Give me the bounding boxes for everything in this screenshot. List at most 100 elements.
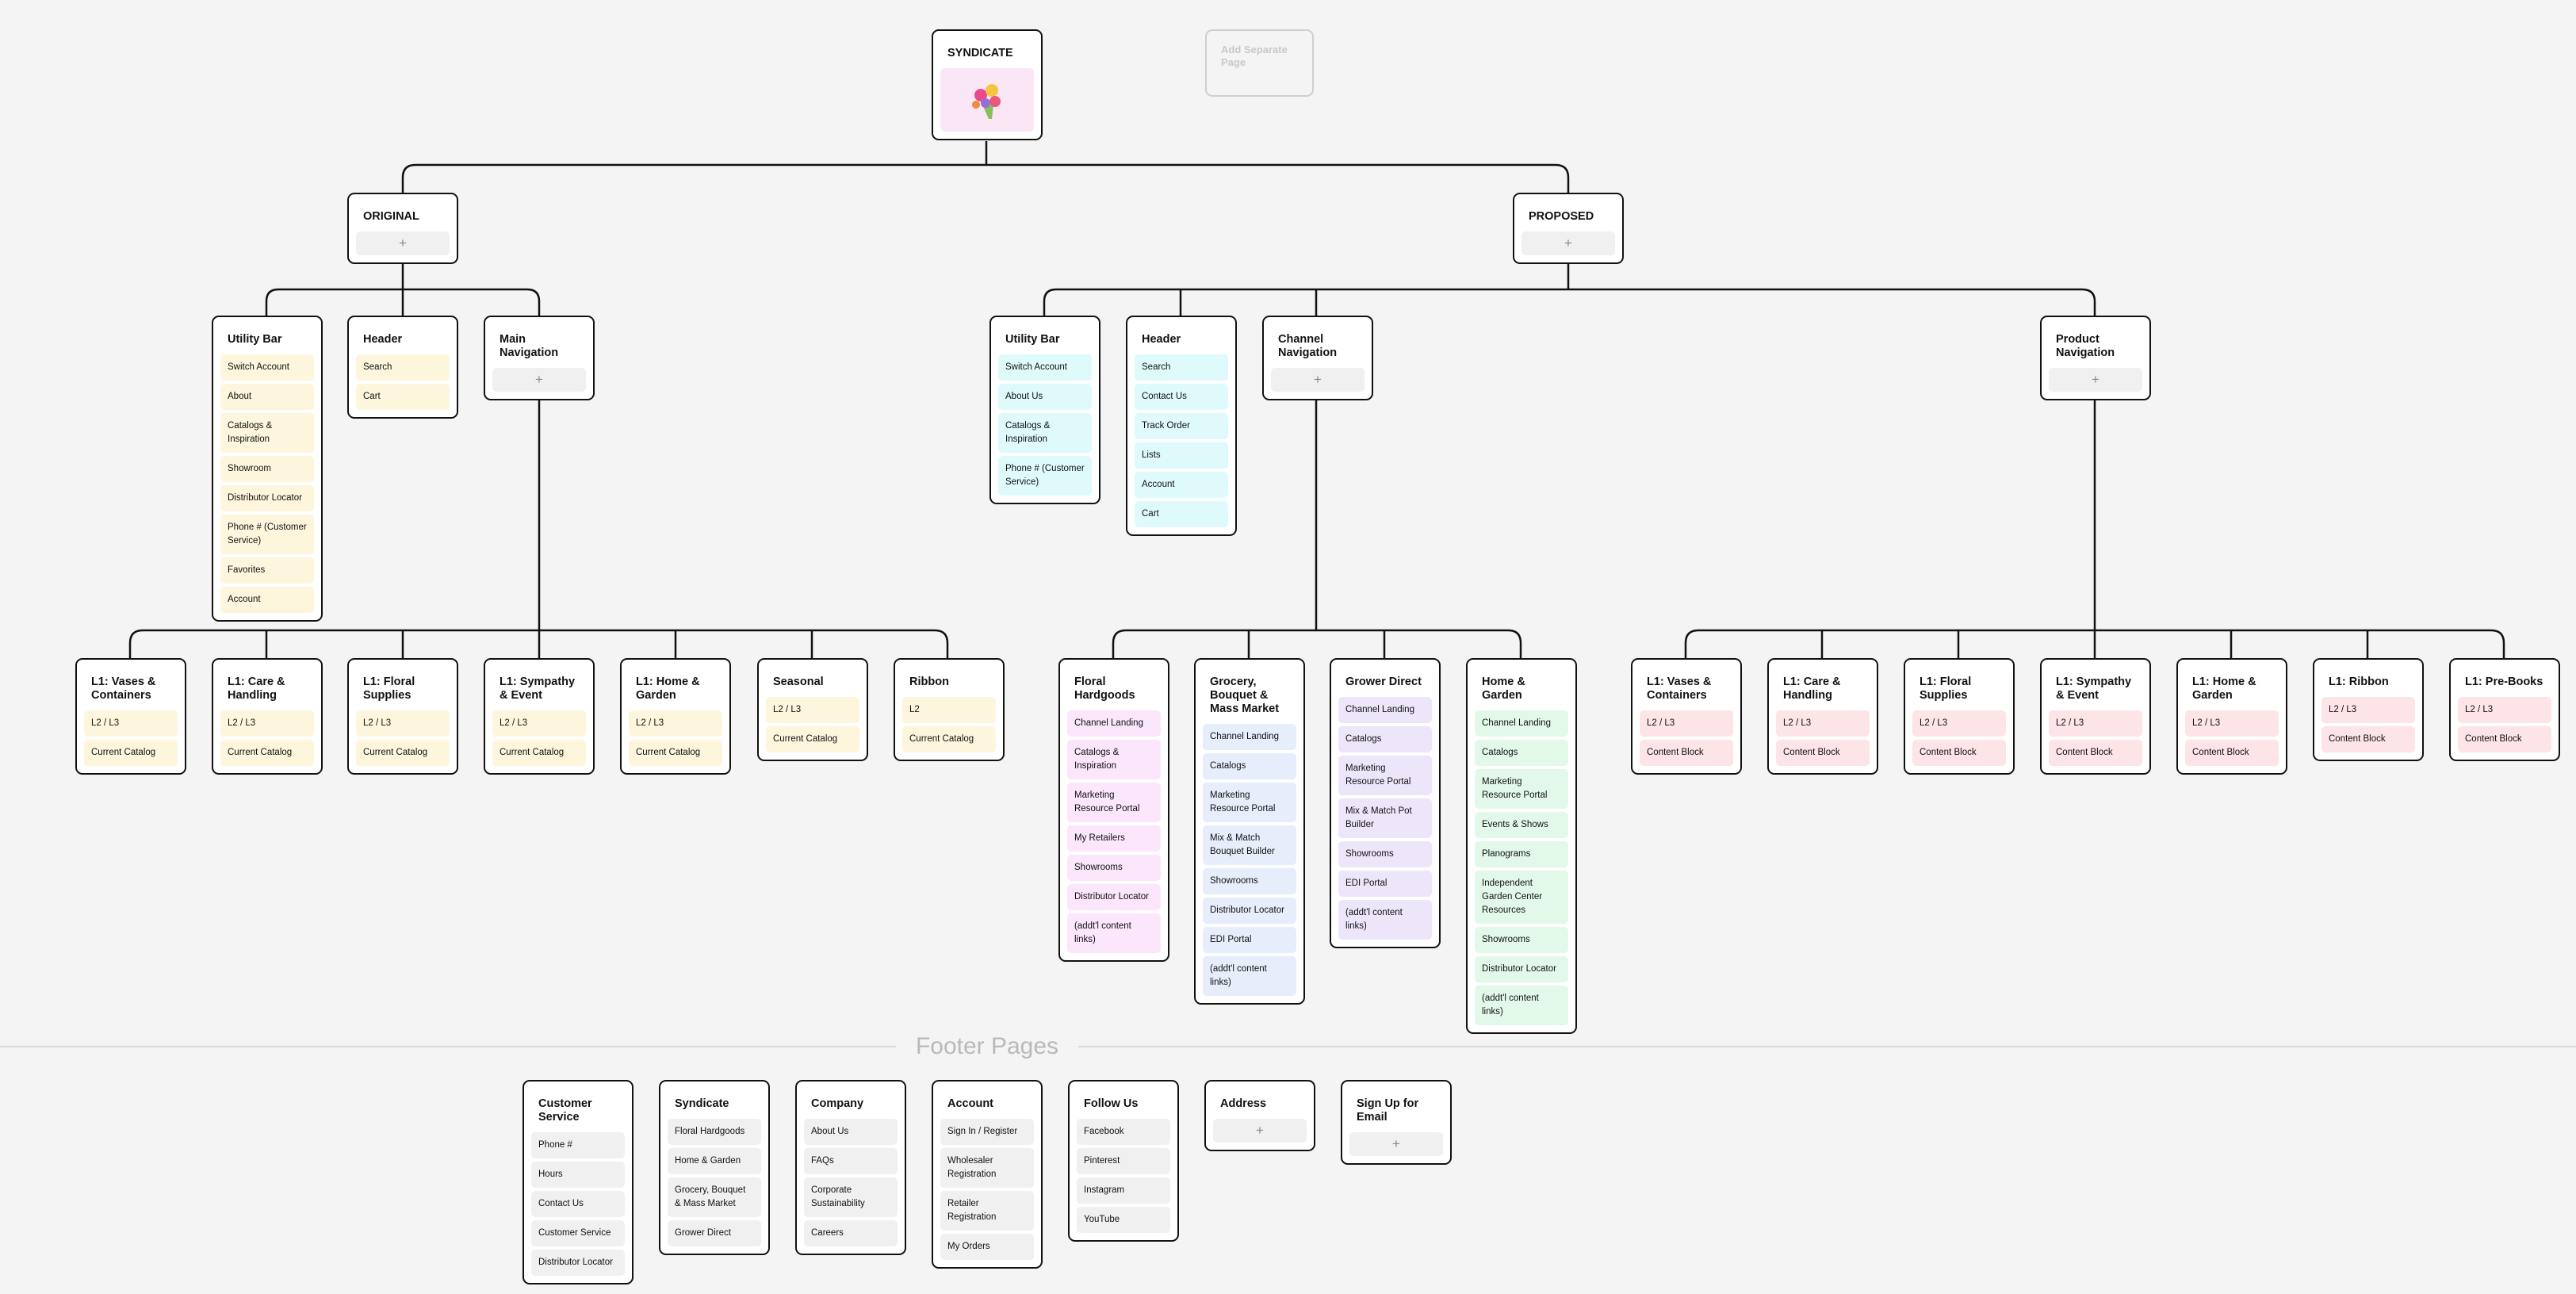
list-item[interactable]: L2 / L3	[2458, 697, 2551, 723]
list-item[interactable]: Catalogs & Inspiration	[998, 413, 1092, 453]
list-item[interactable]: Mix & Match Bouquet Builder	[1203, 825, 1296, 865]
list-item[interactable]: YouTube	[1077, 1207, 1170, 1233]
list-item[interactable]: Search	[1135, 354, 1228, 381]
list-item[interactable]: Favorites	[220, 557, 314, 584]
list-item[interactable]: Careers	[804, 1220, 898, 1246]
add-child-button[interactable]: +	[492, 368, 586, 392]
original-category-card[interactable]: L1: Sympathy & Event L2 / L3 Current Cat…	[484, 658, 595, 775]
list-item[interactable]: Instagram	[1077, 1177, 1170, 1204]
list-item[interactable]: Phone # (Customer Service)	[998, 456, 1092, 496]
list-item[interactable]: Content Block	[1912, 740, 2006, 766]
list-item[interactable]: L2 / L3	[84, 710, 178, 737]
list-item[interactable]: Content Block	[2185, 740, 2279, 766]
list-item[interactable]: EDI Portal	[1203, 927, 1296, 953]
list-item[interactable]: Lists	[1135, 442, 1228, 469]
list-item[interactable]: L2 / L3	[492, 710, 586, 737]
list-item[interactable]: Distributor Locator	[531, 1250, 625, 1276]
list-item[interactable]: Current Catalog	[84, 740, 178, 766]
list-item[interactable]: Catalogs	[1203, 753, 1296, 779]
original-category-card[interactable]: L1: Care & Handling L2 / L3 Current Cata…	[212, 658, 323, 775]
root-card[interactable]: SYNDICATE	[932, 29, 1043, 140]
original-category-card[interactable]: Ribbon L2 Current Catalog	[894, 658, 1005, 761]
original-category-card[interactable]: L1: Floral Supplies L2 / L3 Current Cata…	[347, 658, 458, 775]
list-item[interactable]: Marketing Resource Portal	[1067, 783, 1161, 822]
footer-column-card[interactable]: Address +	[1204, 1080, 1315, 1151]
list-item[interactable]: Showrooms	[1067, 855, 1161, 881]
list-item[interactable]: My Retailers	[1067, 825, 1161, 852]
list-item[interactable]: EDI Portal	[1338, 871, 1432, 897]
list-item[interactable]: L2 / L3	[2049, 710, 2142, 737]
list-item[interactable]: Cart	[356, 384, 450, 410]
list-item[interactable]: Independent Garden Center Resources	[1475, 871, 1568, 924]
product-card[interactable]: L1: Pre-Books L2 / L3 Content Block	[2449, 658, 2560, 761]
list-item[interactable]: (addt'l content links)	[1338, 900, 1432, 940]
list-item[interactable]: Pinterest	[1077, 1148, 1170, 1174]
list-item[interactable]: About Us	[804, 1119, 898, 1145]
list-item[interactable]: Channel Landing	[1338, 697, 1432, 723]
list-item[interactable]: Wholesaler Registration	[940, 1148, 1034, 1188]
proposed-card[interactable]: PROPOSED +	[1513, 193, 1624, 264]
list-item[interactable]: Grocery, Bouquet & Mass Market	[668, 1177, 761, 1217]
add-child-button[interactable]: +	[1213, 1119, 1307, 1143]
list-item[interactable]: Facebook	[1077, 1119, 1170, 1145]
list-item[interactable]: About	[220, 384, 314, 410]
footer-column-card[interactable]: Customer Service Phone # Hours Contact U…	[522, 1080, 633, 1284]
list-item[interactable]: Marketing Resource Portal	[1475, 769, 1568, 809]
list-item[interactable]: Account	[220, 587, 314, 613]
list-item[interactable]: Marketing Resource Portal	[1203, 783, 1296, 822]
list-item[interactable]: (addt'l content links)	[1067, 913, 1161, 953]
list-item[interactable]: Distributor Locator	[1067, 884, 1161, 910]
list-item[interactable]: L2 / L3	[1776, 710, 1870, 737]
add-child-button[interactable]: +	[1271, 368, 1365, 392]
footer-column-card[interactable]: Company About Us FAQs Corporate Sustaina…	[795, 1080, 906, 1255]
list-item[interactable]: Current Catalog	[356, 740, 450, 766]
list-item[interactable]: Track Order	[1135, 413, 1228, 439]
list-item[interactable]: Account	[1135, 472, 1228, 498]
list-item[interactable]: Catalogs & Inspiration	[1067, 740, 1161, 779]
list-item[interactable]: Corporate Sustainability	[804, 1177, 898, 1217]
list-item[interactable]: Retailer Registration	[940, 1191, 1034, 1231]
list-item[interactable]: L2 / L3	[2321, 697, 2415, 723]
list-item[interactable]: Current Catalog	[492, 740, 586, 766]
list-item[interactable]: My Orders	[940, 1234, 1034, 1260]
original-category-card[interactable]: L1: Home & Garden L2 / L3 Current Catalo…	[620, 658, 731, 775]
list-item[interactable]: Phone # (Customer Service)	[220, 515, 314, 554]
list-item[interactable]: Contact Us	[531, 1191, 625, 1217]
add-separate-page-button[interactable]: Add Separate Page	[1205, 29, 1314, 97]
list-item[interactable]: L2 / L3	[220, 710, 314, 737]
product-card[interactable]: L1: Care & Handling L2 / L3 Content Bloc…	[1767, 658, 1878, 775]
list-item[interactable]: Switch Account	[220, 354, 314, 381]
list-item[interactable]: Catalogs & Inspiration	[220, 413, 314, 453]
list-item[interactable]: Distributor Locator	[1475, 956, 1568, 982]
list-item[interactable]: Showrooms	[1475, 927, 1568, 953]
proposed-header-card[interactable]: Header Search Contact Us Track Order Lis…	[1126, 316, 1237, 536]
list-item[interactable]: L2 / L3	[356, 710, 450, 737]
list-item[interactable]: Current Catalog	[220, 740, 314, 766]
list-item[interactable]: Content Block	[2458, 726, 2551, 752]
list-item[interactable]: L2 / L3	[1640, 710, 1733, 737]
list-item[interactable]: Catalogs	[1338, 726, 1432, 752]
list-item[interactable]: L2 / L3	[1912, 710, 2006, 737]
channel-card[interactable]: Home & Garden Channel Landing Catalogs M…	[1466, 658, 1577, 1034]
list-item[interactable]: Sign In / Register	[940, 1119, 1034, 1145]
list-item[interactable]: Search	[356, 354, 450, 381]
list-item[interactable]: Channel Landing	[1475, 710, 1568, 737]
footer-column-card[interactable]: Syndicate Floral Hardgoods Home & Garden…	[659, 1080, 770, 1255]
list-item[interactable]: Planograms	[1475, 841, 1568, 867]
list-item[interactable]: Showrooms	[1203, 868, 1296, 894]
list-item[interactable]: Hours	[531, 1162, 625, 1188]
original-category-card[interactable]: Seasonal L2 / L3 Current Catalog	[757, 658, 868, 761]
add-child-button[interactable]: +	[2049, 368, 2142, 392]
list-item[interactable]: Content Block	[2049, 740, 2142, 766]
product-card[interactable]: L1: Sympathy & Event L2 / L3 Content Blo…	[2040, 658, 2151, 775]
list-item[interactable]: L2	[902, 697, 996, 723]
list-item[interactable]: Content Block	[1776, 740, 1870, 766]
footer-column-card[interactable]: Account Sign In / Register Wholesaler Re…	[932, 1080, 1043, 1269]
list-item[interactable]: Content Block	[1640, 740, 1733, 766]
list-item[interactable]: Events & Shows	[1475, 812, 1568, 838]
list-item[interactable]: Mix & Match Pot Builder	[1338, 798, 1432, 838]
list-item[interactable]: Channel Landing	[1067, 710, 1161, 737]
add-child-button[interactable]: +	[356, 232, 450, 255]
proposed-channel-navigation-card[interactable]: Channel Navigation +	[1262, 316, 1373, 400]
product-card[interactable]: L1: Floral Supplies L2 / L3 Content Bloc…	[1904, 658, 2015, 775]
